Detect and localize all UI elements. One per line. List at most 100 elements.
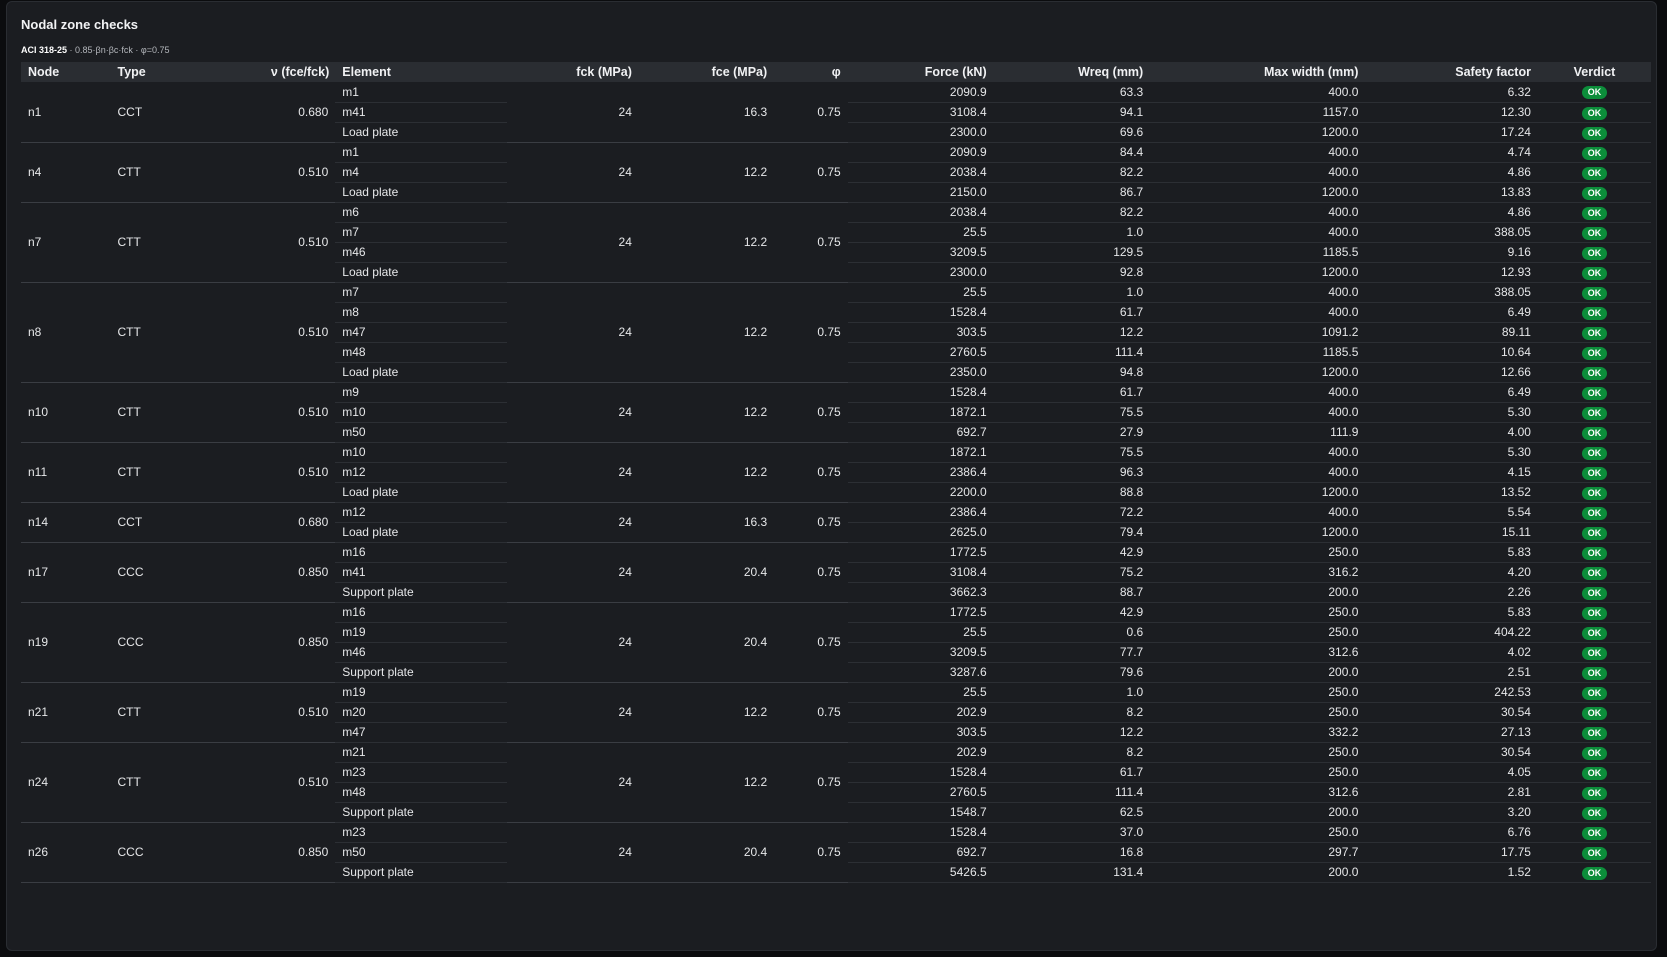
max-width-value: 316.2 [1150,562,1366,583]
verdict-badge: OK [1581,266,1608,280]
force-value: 2300.0 [847,262,994,283]
max-width-value: 250.0 [1150,822,1366,843]
element-name: m1 [335,142,507,163]
header-element[interactable]: Element [335,62,507,82]
wreq-value: 69.6 [993,122,1151,143]
max-width-value: 400.0 [1150,142,1366,163]
node-id: n26 [21,822,111,883]
force-value: 2038.4 [847,162,994,183]
fck-value: 24 [506,282,639,383]
element-name: m48 [335,782,507,803]
fce-value: 16.3 [638,502,775,543]
header-node[interactable]: Node [21,62,111,82]
fce-value: 12.2 [638,202,775,283]
phi-value: 0.75 [774,202,848,283]
fck-value: 24 [506,382,639,443]
verdict-cell: OK [1537,842,1651,863]
wreq-value: 8.2 [993,742,1151,763]
fck-value: 24 [506,822,639,883]
wreq-value: 1.0 [993,222,1151,243]
wreq-value: 79.4 [993,522,1151,543]
element-name: m47 [335,722,507,743]
element-name: m12 [335,502,507,523]
max-width-value: 250.0 [1150,702,1366,723]
safety-factor-value: 27.13 [1365,722,1538,743]
node-type: CCC [110,822,264,883]
fce-value: 12.2 [638,282,775,383]
verdict-cell: OK [1537,82,1651,103]
max-width-value: 1200.0 [1150,182,1366,203]
max-width-value: 1200.0 [1150,522,1366,543]
element-name: Load plate [335,262,507,283]
wreq-value: 72.2 [993,502,1151,523]
header-force[interactable]: Force (kN) [847,62,994,82]
verdict-badge: OK [1581,486,1608,500]
max-width-value: 400.0 [1150,202,1366,223]
max-width-value: 312.6 [1150,642,1366,663]
verdict-cell: OK [1537,682,1651,703]
max-width-value: 1185.5 [1150,342,1366,363]
node-id: n11 [21,442,111,503]
verdict-cell: OK [1537,802,1651,823]
force-value: 2350.0 [847,362,994,383]
verdict-cell: OK [1537,642,1651,663]
verdict-cell: OK [1537,442,1651,463]
node-id: n14 [21,502,111,543]
element-name: m19 [335,682,507,703]
node-type: CTT [110,742,264,823]
header-safety-factor[interactable]: Safety factor [1365,62,1538,82]
nu-value: 0.510 [263,142,336,203]
table-row: n24 CTT 0.510 m21 24 12.2 0.75 202.9 8.2 250.0 30.… [21,742,1651,823]
force-value: 2760.5 [847,782,994,803]
header-wreq[interactable]: Wreq (mm) [993,62,1151,82]
header-fck[interactable]: fck (MPa) [506,62,639,82]
nu-value: 0.850 [263,542,336,603]
max-width-value: 400.0 [1150,282,1366,303]
safety-factor-value: 15.11 [1365,522,1538,543]
verdict-badge: OK [1581,766,1608,780]
wreq-value: 75.2 [993,562,1151,583]
header-type[interactable]: Type [110,62,264,82]
table-row: n11 CTT 0.510 m10 24 12.2 0.75 1872.1 75.5 400.0 5… [21,442,1651,503]
verdict-cell: OK [1537,822,1651,843]
safety-factor-value: 4.00 [1365,422,1538,443]
fce-value: 20.4 [638,822,775,883]
fck-value: 24 [506,202,639,283]
force-value: 25.5 [847,282,994,303]
fck-value: 24 [506,542,639,603]
verdict-cell: OK [1537,482,1651,503]
verdict-cell: OK [1537,582,1651,603]
safety-factor-value: 30.54 [1365,702,1538,723]
verdict-cell: OK [1537,242,1651,263]
nu-value: 0.680 [263,502,336,543]
header-nu[interactable]: ν (fce/fck) [263,62,336,82]
verdict-badge: OK [1581,426,1608,440]
verdict-badge: OK [1581,566,1608,580]
verdict-cell: OK [1537,862,1651,883]
header-max-width[interactable]: Max width (mm) [1150,62,1366,82]
verdict-badge: OK [1581,386,1608,400]
verdict-badge: OK [1581,286,1608,300]
safety-factor-value: 89.11 [1365,322,1538,343]
element-name: m23 [335,822,507,843]
header-verdict[interactable]: Verdict [1537,62,1651,82]
verdict-badge: OK [1581,526,1608,540]
force-value: 202.9 [847,742,994,763]
safety-factor-value: 6.32 [1365,82,1538,103]
verdict-badge: OK [1581,866,1608,880]
header-fce[interactable]: fce (MPa) [638,62,775,82]
verdict-cell: OK [1537,142,1651,163]
nu-value: 0.510 [263,442,336,503]
safety-factor-value: 4.02 [1365,642,1538,663]
force-value: 202.9 [847,702,994,723]
element-name: m50 [335,842,507,863]
force-value: 2090.9 [847,82,994,103]
element-name: m12 [335,462,507,483]
verdict-cell: OK [1537,222,1651,243]
table-row: n7 CTT 0.510 m6 24 12.2 0.75 2038.4 82.2 400.0 4.8… [21,202,1651,283]
max-width-value: 1185.5 [1150,242,1366,263]
node-type: CTT [110,442,264,503]
nodal-zone-table: Node Type ν (fce/fck) Element fck (MPa) … [21,62,1651,883]
node-type: CCT [110,82,264,143]
header-phi[interactable]: φ [774,62,848,82]
